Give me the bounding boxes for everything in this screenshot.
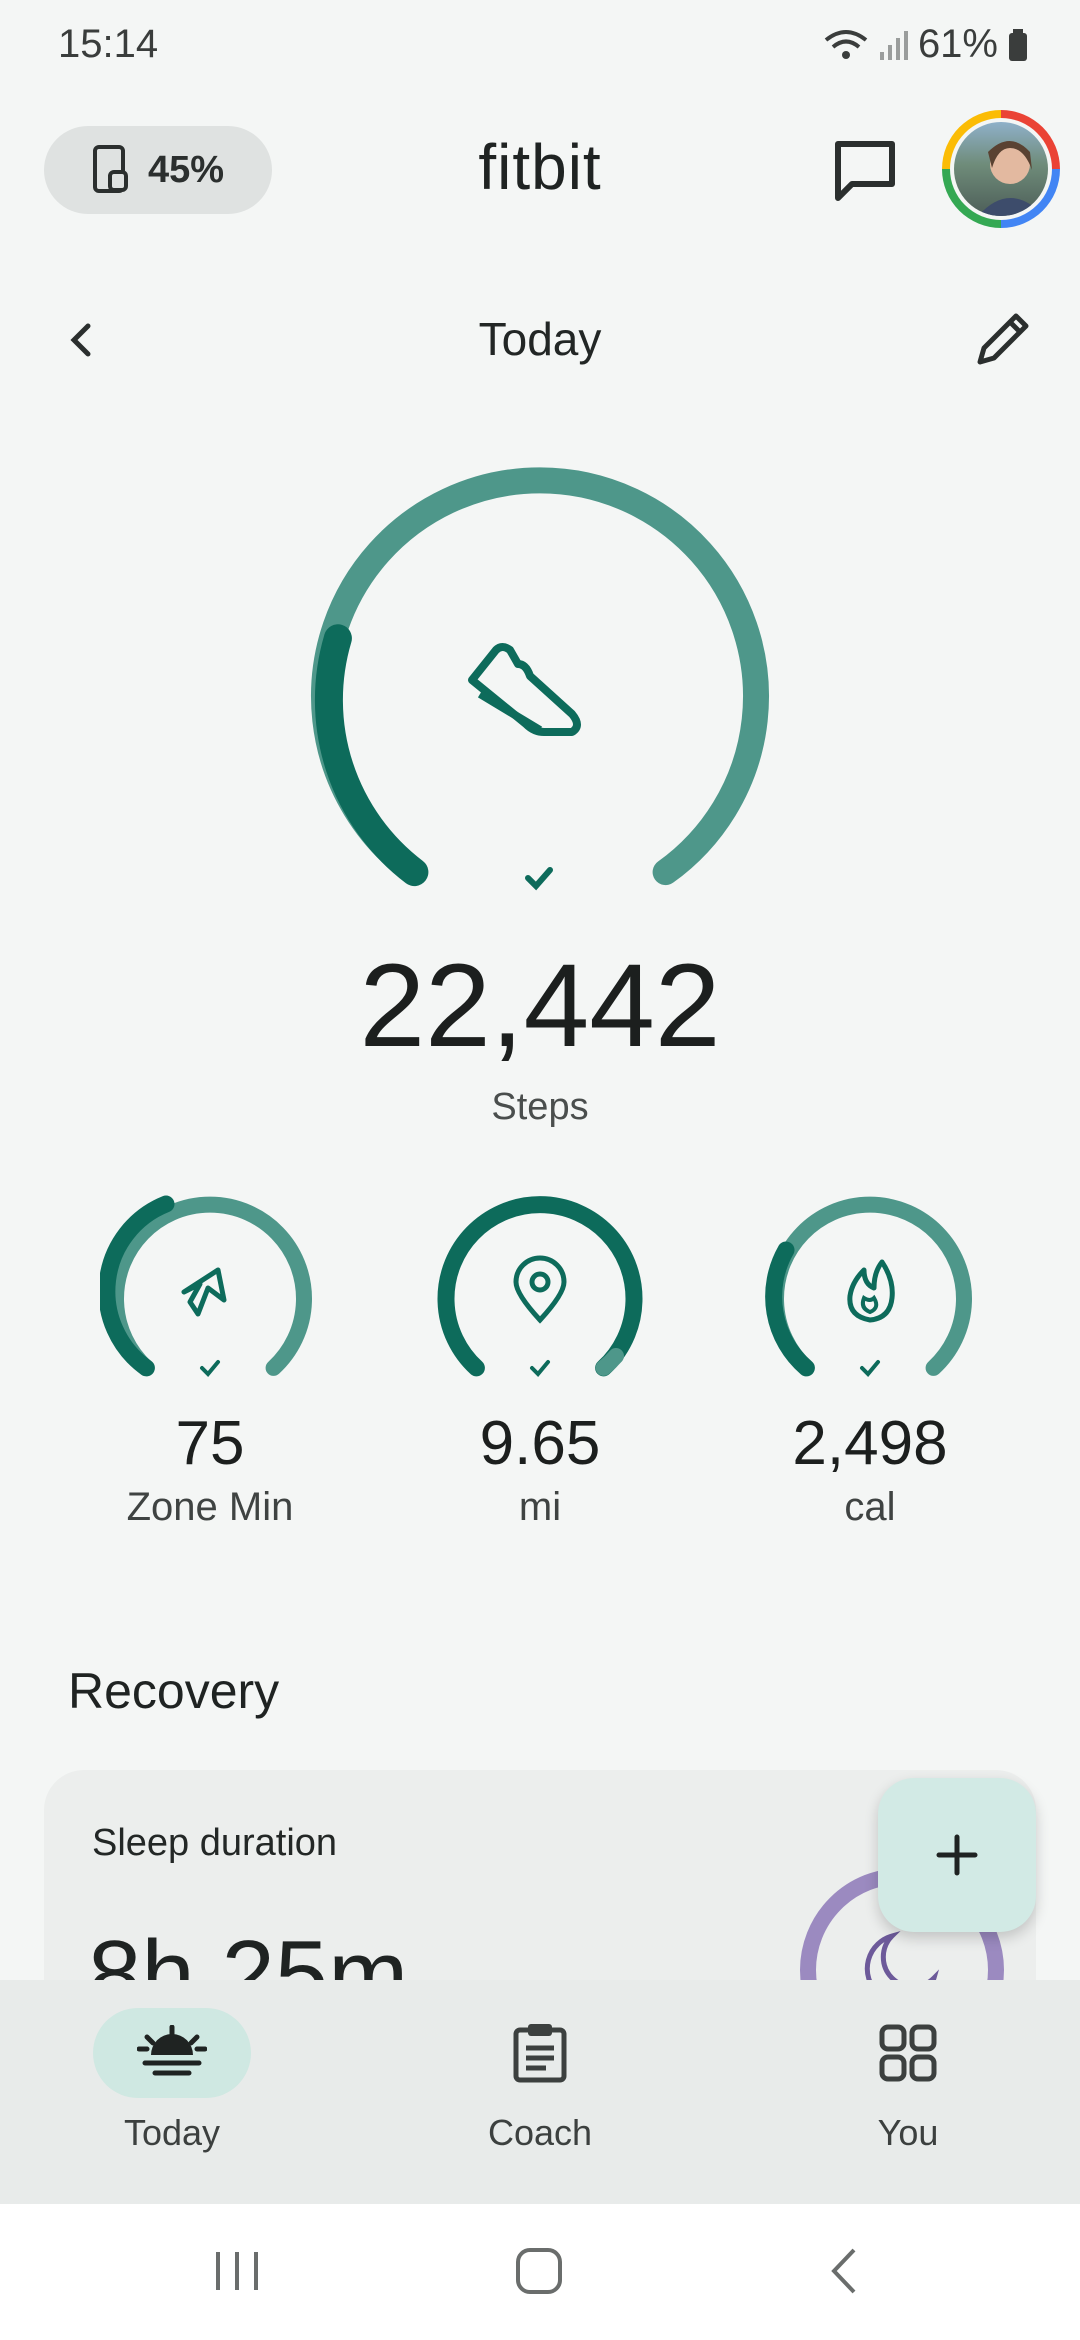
nav-coach[interactable]: Coach <box>410 2008 670 2154</box>
status-time: 15:14 <box>58 22 159 66</box>
pencil-icon <box>977 313 1029 365</box>
zone-minutes-value: 75 <box>175 1409 245 1478</box>
zone-minutes-label: Zone Min <box>126 1485 294 1529</box>
goal-check-icon <box>525 867 553 891</box>
flame-icon <box>847 1259 895 1323</box>
messages-button[interactable] <box>830 136 900 206</box>
location-pin-icon <box>513 1255 567 1324</box>
metric-distance[interactable]: 9.65 mi <box>390 1190 690 1530</box>
bottom-navigation: Today Coach You <box>0 1980 1080 2204</box>
system-navigation-bar <box>0 2204 1080 2340</box>
distance-value: 9.65 <box>479 1409 601 1478</box>
steps-label: Steps <box>491 1086 589 1128</box>
nav-you[interactable]: You <box>778 2008 1038 2154</box>
zone-minutes-ring <box>100 1195 312 1377</box>
nav-today-indicator <box>93 2008 251 2098</box>
battery-icon <box>1009 28 1027 61</box>
recovery-heading: Recovery <box>68 1663 280 1719</box>
brand-logo: fitbit <box>478 131 602 203</box>
sunrise-icon <box>137 2025 207 2076</box>
metric-calories[interactable]: 2,498 cal <box>720 1190 1020 1530</box>
nav-today[interactable]: Today <box>42 2008 302 2154</box>
clipboard-icon <box>513 2024 567 2083</box>
distance-label: mi <box>518 1485 562 1529</box>
calories-ring <box>765 1196 972 1377</box>
add-button[interactable] <box>878 1778 1036 1932</box>
shoe-icon <box>468 643 581 736</box>
chat-bubble-icon <box>835 141 895 201</box>
date-title: Today <box>478 313 602 365</box>
metric-zone-minutes[interactable]: 75 Zone Min <box>60 1190 360 1530</box>
wifi-icon <box>824 29 868 59</box>
zone-arrow-icon <box>181 1267 227 1317</box>
steps-value: 22,442 <box>359 940 721 1072</box>
nav-you-label: You <box>877 2112 939 2153</box>
signal-icon <box>879 30 908 60</box>
calories-value: 2,498 <box>792 1409 948 1478</box>
recent-apps-button[interactable] <box>212 2248 262 2294</box>
status-icons: 61% <box>824 22 1028 67</box>
distance-ring <box>437 1196 643 1377</box>
grid-icon <box>879 2024 937 2082</box>
profile-avatar[interactable] <box>942 110 1060 228</box>
sleep-duration-label: Sleep duration <box>92 1822 338 1864</box>
battery-percent: 61% <box>917 22 998 66</box>
calories-label: cal <box>844 1485 896 1529</box>
home-button[interactable] <box>514 2246 564 2296</box>
steps-ring[interactable] <box>300 460 780 900</box>
avatar-photo <box>954 122 1048 216</box>
nav-today-label: Today <box>123 2112 221 2153</box>
plus-icon <box>936 1834 978 1876</box>
edit-button[interactable] <box>970 306 1036 372</box>
nav-coach-label: Coach <box>487 2112 593 2153</box>
system-back-button[interactable] <box>824 2246 864 2296</box>
